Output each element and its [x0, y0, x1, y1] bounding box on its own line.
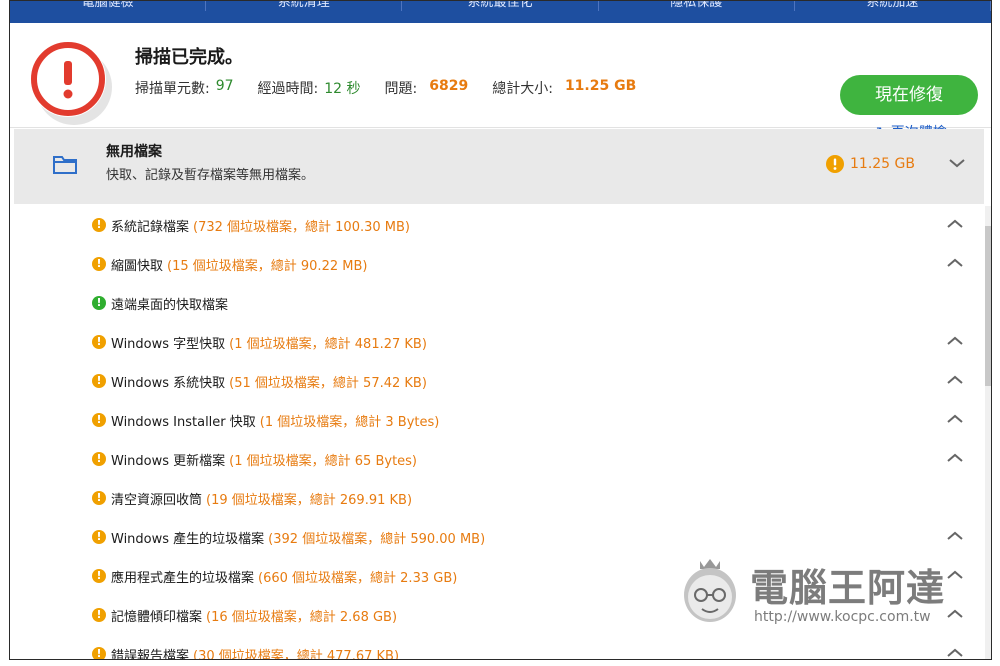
list-item[interactable]: ! Windows 系統快取 (51 個垃圾檔案，總計 57.42 KB): [10, 362, 980, 401]
issues-label: 問題:: [384, 81, 418, 97]
item-detail: (30 個垃圾檔案，總計 477.67 KB): [193, 649, 400, 660]
list-item[interactable]: ! 系統記錄檔案 (732 個垃圾檔案，總計 100.30 MB): [10, 206, 980, 245]
item-name: 遠端桌面的快取檔案: [111, 294, 232, 313]
item-name: Windows 更新檔案 (1 個垃圾檔案，總計 65 Bytes): [111, 450, 417, 469]
list-item[interactable]: ! Windows 更新檔案 (1 個垃圾檔案，總計 65 Bytes): [10, 440, 980, 479]
item-name: 記憶體傾印檔案 (16 個垃圾檔案，總計 2.68 GB): [111, 606, 397, 625]
scrollbar[interactable]: [985, 206, 991, 659]
tab-system-optimize[interactable]: 系統最佳化: [402, 1, 599, 11]
warning-icon: !: [92, 608, 106, 622]
item-name: 縮圖快取 (15 個垃圾檔案，總計 90.22 MB): [111, 255, 367, 274]
item-label: Windows Installer 快取: [111, 415, 256, 430]
item-detail: (15 個垃圾檔案，總計 90.22 MB): [167, 259, 368, 274]
chevron-up-icon[interactable]: [946, 335, 964, 347]
item-detail: (1 個垃圾檔案，總計 481.27 KB): [229, 337, 427, 352]
top-tab-bar: 電腦健檢 系統清理 系統最佳化 隱私保護 系統加速: [10, 1, 991, 23]
chevron-up-icon[interactable]: [946, 257, 964, 269]
tab-speedup[interactable]: 系統加速: [795, 1, 991, 11]
item-detail: (660 個垃圾檔案，總計 2.33 GB): [258, 571, 458, 586]
item-detail: (16 個垃圾檔案，總計 2.68 GB): [206, 610, 398, 625]
item-label: 應用程式產生的垃圾檔案: [111, 571, 255, 586]
item-label: Windows 字型快取: [111, 337, 226, 352]
category-size: 11.25 GB: [850, 156, 915, 172]
chevron-down-icon[interactable]: [948, 157, 966, 169]
list-item[interactable]: ! 遠端桌面的快取檔案: [10, 284, 980, 323]
warning-icon: !: [92, 569, 106, 583]
list-item[interactable]: ! 清空資源回收筒 (19 個垃圾檔案，總計 269.91 KB): [10, 479, 980, 518]
warning-icon: !: [92, 647, 106, 659]
warning-icon: !: [92, 374, 106, 388]
item-detail: (392 個垃圾檔案，總計 590.00 MB): [268, 532, 486, 547]
item-label: 清空資源回收筒: [111, 493, 203, 508]
scan-summary: 掃描已完成。 掃描單元數: 97 經過時間: 12 秒 問題: 6829 總計大…: [10, 23, 991, 141]
category-description: 快取、記錄及暫存檔案等無用檔案。: [106, 168, 315, 183]
units-label: 掃描單元數:: [135, 81, 210, 97]
chevron-up-icon[interactable]: [946, 218, 964, 230]
list-item[interactable]: ! Windows 字型快取 (1 個垃圾檔案，總計 481.27 KB): [10, 323, 980, 362]
scan-status-title: 掃描已完成。: [135, 47, 243, 68]
item-name: Windows Installer 快取 (1 個垃圾檔案，總計 3 Bytes): [111, 411, 439, 430]
warning-icon: !: [92, 257, 106, 271]
size-value: 11.25 GB: [564, 78, 637, 94]
chevron-up-icon[interactable]: [946, 647, 964, 659]
app-window: 電腦健檢 系統清理 系統最佳化 隱私保護 系統加速 掃描已完成。 掃描單元數: …: [9, 0, 992, 660]
watermark-url: http://www.kocpc.com.tw: [754, 609, 931, 625]
category-junk-files[interactable]: 無用檔案 快取、記錄及暫存檔案等無用檔案。 11.25 GB: [14, 129, 984, 204]
chevron-up-icon[interactable]: [946, 374, 964, 386]
item-detail: (1 個垃圾檔案，總計 3 Bytes): [259, 415, 440, 430]
item-label: Windows 更新檔案: [111, 454, 226, 469]
tab-privacy[interactable]: 隱私保護: [599, 1, 795, 11]
item-label: 記憶體傾印檔案: [111, 610, 203, 625]
chevron-up-icon[interactable]: [946, 530, 964, 542]
warning-icon: [826, 155, 844, 173]
item-detail: (1 個垃圾檔案，總計 65 Bytes): [229, 454, 418, 469]
watermark: 電腦王阿達 http://www.kocpc.com.tw: [670, 549, 970, 639]
warning-icon: !: [92, 530, 106, 544]
list-item[interactable]: ! Windows Installer 快取 (1 個垃圾檔案，總計 3 Bytes…: [10, 401, 980, 440]
category-title: 無用檔案: [106, 144, 162, 160]
item-name: 應用程式產生的垃圾檔案 (660 個垃圾檔案，總計 2.33 GB): [111, 567, 457, 586]
scan-stats: 掃描單元數: 97 經過時間: 12 秒 問題: 6829 總計大小: 11.2…: [135, 78, 660, 98]
item-detail: (19 個垃圾檔案，總計 269.91 KB): [206, 493, 413, 508]
item-detail: (51 個垃圾檔案，總計 57.42 KB): [229, 376, 427, 391]
tab-health-check[interactable]: 電腦健檢: [10, 1, 207, 11]
list-item[interactable]: ! 縮圖快取 (15 個垃圾檔案，總計 90.22 MB): [10, 245, 980, 284]
folder-icon: [53, 156, 77, 174]
issues-value: 6829: [429, 78, 469, 94]
tab-system-clean[interactable]: 系統清理: [206, 1, 403, 11]
item-label: Windows 產生的垃圾檔案: [111, 532, 265, 547]
item-label: Windows 系統快取: [111, 376, 226, 391]
units-value: 97: [215, 78, 234, 94]
warning-icon: !: [92, 452, 106, 466]
item-detail: (732 個垃圾檔案，總計 100.30 MB): [193, 220, 410, 235]
item-label: 系統記錄檔案: [111, 220, 190, 235]
item-label: 錯誤報告檔案: [111, 649, 190, 660]
time-label: 經過時間:: [257, 81, 319, 97]
time-value: 12 秒: [324, 81, 361, 97]
warning-icon: !: [92, 335, 106, 349]
item-label: 遠端桌面的快取檔案: [111, 298, 229, 313]
item-name: Windows 系統快取 (51 個垃圾檔案，總計 57.42 KB): [111, 372, 427, 391]
warning-icon: !: [92, 491, 106, 505]
item-name: Windows 產生的垃圾檔案 (392 個垃圾檔案，總計 590.00 MB): [111, 528, 485, 547]
warning-icon: !: [92, 218, 106, 232]
chevron-up-icon[interactable]: [946, 452, 964, 464]
item-name: 錯誤報告檔案 (30 個垃圾檔案，總計 477.67 KB): [111, 645, 400, 660]
item-label: 縮圖快取: [111, 259, 164, 274]
item-name: Windows 字型快取 (1 個垃圾檔案，總計 481.27 KB): [111, 333, 427, 352]
item-name: 系統記錄檔案 (732 個垃圾檔案，總計 100.30 MB): [111, 216, 410, 235]
scrollbar-thumb[interactable]: [985, 226, 991, 386]
size-label: 總計大小:: [492, 81, 553, 97]
alert-circle-icon: [30, 41, 112, 125]
chevron-up-icon[interactable]: [946, 413, 964, 425]
ok-status-icon: !: [92, 296, 106, 310]
item-name: 清空資源回收筒 (19 個垃圾檔案，總計 269.91 KB): [111, 489, 412, 508]
watermark-title: 電腦王阿達: [750, 566, 946, 610]
fix-now-button[interactable]: 現在修復: [840, 75, 978, 115]
warning-icon: !: [92, 413, 106, 427]
mascot-face-icon: [684, 559, 736, 622]
